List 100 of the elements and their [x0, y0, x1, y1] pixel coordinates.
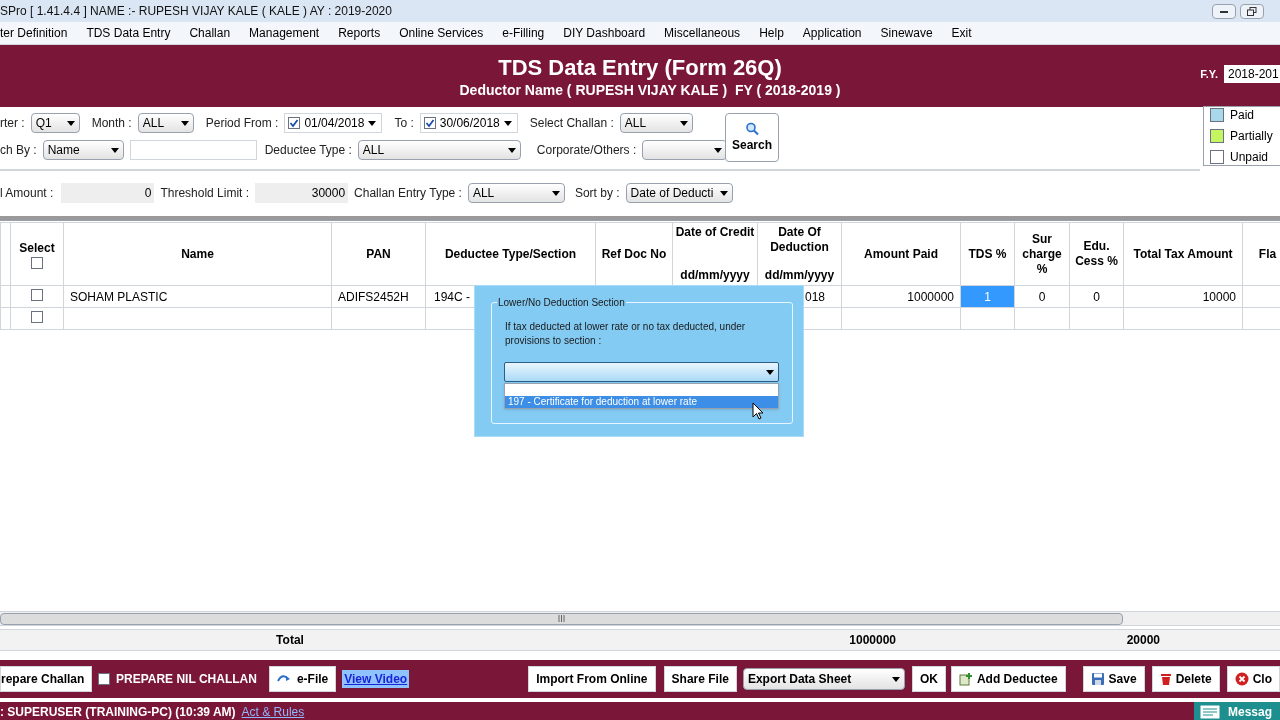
column-header: Sur charge % — [1022, 231, 1062, 276]
field-label: Threshold Limit : — [160, 185, 250, 202]
ok-button[interactable]: OK — [911, 666, 946, 692]
messages-button[interactable]: Messag — [1194, 701, 1280, 720]
caret-icon — [551, 190, 560, 196]
row-checkbox[interactable] — [31, 310, 43, 323]
trash-icon — [1159, 672, 1172, 686]
field-label: Corporate/Others : — [536, 142, 637, 159]
field-label: Select Challan : — [529, 115, 614, 132]
legend-label: Unpaid — [1230, 149, 1269, 166]
field-label: l Amount : — [0, 185, 54, 202]
status-text: : SUPERUSER (TRAINING-PC) (10:39 AM) — [0, 703, 236, 720]
import-button[interactable]: Import From Online — [528, 666, 656, 692]
table-cell: 0 — [1014, 285, 1070, 308]
corporate-select[interactable] — [642, 140, 728, 160]
restore-button[interactable] — [1240, 3, 1264, 19]
window-title: SPro [ 1.41.4.4 ] NAME :- RUPESH VIJAY KALE ( KALE ) AY : 2019-2020 — [0, 3, 392, 20]
minimize-icon — [1220, 9, 1228, 13]
total-tax: 20000 — [1125, 632, 1160, 649]
caret-icon — [714, 147, 723, 153]
total-label: Total — [275, 632, 305, 649]
menu-item[interactable]: Management — [249, 24, 320, 42]
page-subtitle: Deductor Name ( RUPESH VIJAY KALE ) FY ( 2018-2019 ) — [459, 81, 841, 99]
date-checkbox[interactable] — [288, 117, 301, 129]
column-subheader: dd/mm/yyyy — [680, 268, 750, 283]
column-header: TDS % — [968, 246, 1007, 261]
message-icon — [1200, 704, 1220, 719]
efile-button[interactable]: e-File — [268, 666, 337, 692]
column-header: Date Of Deduction — [769, 225, 830, 255]
caret-icon — [766, 369, 774, 375]
column-header: Name — [181, 246, 214, 261]
search-icon — [745, 121, 759, 136]
deductee-type-select[interactable]: ALL — [357, 140, 521, 160]
caret-icon — [679, 120, 688, 126]
menu-item[interactable]: TDS Data Entry — [86, 24, 171, 42]
field-label: Challan Entry Type : — [354, 185, 462, 202]
fy-label: F.Y. — [1200, 66, 1218, 82]
view-video-link[interactable]: View Video — [342, 670, 410, 688]
column-subheader: dd/mm/yyyy — [764, 268, 835, 283]
add-icon — [958, 672, 973, 686]
menu-item[interactable]: Sinewave — [880, 24, 933, 42]
menu-item[interactable]: Help — [759, 24, 784, 42]
menu-item[interactable]: Online Services — [399, 24, 484, 42]
search-by-select[interactable]: Name — [42, 140, 124, 160]
export-select[interactable]: Export Data Sheet — [742, 668, 905, 690]
fy-field[interactable]: 2018-201 — [1224, 65, 1280, 83]
caret-icon — [180, 120, 189, 126]
horizontal-scrollbar[interactable] — [0, 611, 1280, 626]
caret-icon — [110, 147, 119, 153]
caret-icon — [507, 147, 516, 153]
save-icon — [1090, 672, 1105, 686]
delete-button[interactable]: Delete — [1151, 666, 1220, 692]
column-header: Edu. Cess % — [1075, 239, 1118, 268]
field-label: ch By : — [0, 142, 37, 159]
threshold-field[interactable]: 30000 — [255, 183, 349, 203]
caret-icon — [719, 190, 728, 196]
menu-item[interactable]: ter Definition — [0, 24, 68, 42]
menu-item[interactable]: e-Filling — [502, 24, 545, 42]
table-cell: 0 — [1069, 285, 1124, 308]
scrollbar-thumb[interactable] — [0, 612, 1123, 625]
amount-field[interactable]: 0 — [61, 183, 155, 203]
minimize-button[interactable] — [1212, 3, 1236, 19]
period-to-field[interactable]: 30/06/2018 — [419, 113, 518, 133]
field-label: To : — [394, 115, 414, 132]
quarter-select[interactable]: Q1 — [30, 113, 80, 133]
column-header: Total Tax Amount — [1133, 246, 1233, 261]
checkbox-label: PREPARE NIL CHALLAN — [116, 671, 257, 688]
close-button[interactable]: Clo — [1226, 666, 1280, 692]
caret-icon — [66, 120, 75, 126]
legend-label: Partially — [1230, 128, 1273, 145]
date-checkbox[interactable] — [423, 117, 436, 129]
menu-item[interactable]: Miscellaneous — [664, 24, 741, 42]
month-select[interactable]: ALL — [137, 113, 194, 133]
entry-type-select[interactable]: ALL — [467, 183, 565, 203]
nil-challan-checkbox[interactable] — [98, 673, 110, 685]
column-header: Date of Credit — [675, 225, 755, 240]
menu-item[interactable]: Application — [802, 24, 862, 42]
sort-select[interactable]: Date of Deducti — [625, 183, 733, 203]
menu-item[interactable]: Reports — [338, 24, 381, 42]
table-cell: SOHAM PLASTIC — [63, 285, 332, 308]
close-icon — [1234, 672, 1249, 686]
menu-item[interactable]: Challan — [189, 24, 231, 42]
search-input[interactable] — [129, 140, 257, 160]
add-deductee-button[interactable]: Add Deductee — [950, 666, 1066, 692]
search-button[interactable]: Search — [725, 113, 779, 162]
legend-label: Paid — [1230, 107, 1255, 124]
save-button[interactable]: Save — [1082, 666, 1145, 692]
period-from-field[interactable]: 01/04/2018 — [284, 113, 383, 133]
act-rules-link[interactable]: Act & Rules — [241, 702, 305, 720]
section-select[interactable] — [504, 362, 779, 382]
table-cell: ADIFS2452H — [331, 285, 426, 308]
row-checkbox[interactable] — [31, 288, 43, 301]
select-all-checkbox[interactable] — [31, 257, 43, 269]
challan-select[interactable]: ALL — [619, 113, 693, 133]
prepare-challan-button[interactable]: repare Challan — [0, 666, 92, 692]
menu-item[interactable]: DIY Dashboard — [563, 24, 646, 42]
share-file-button[interactable]: Share File — [663, 666, 737, 692]
dialog-text: If tax deducted at lower rate or no tax deducted, under provisions to section : — [505, 320, 747, 348]
menu-item[interactable]: Exit — [951, 24, 972, 42]
page-title: TDS Data Entry (Form 26Q) — [498, 55, 782, 81]
